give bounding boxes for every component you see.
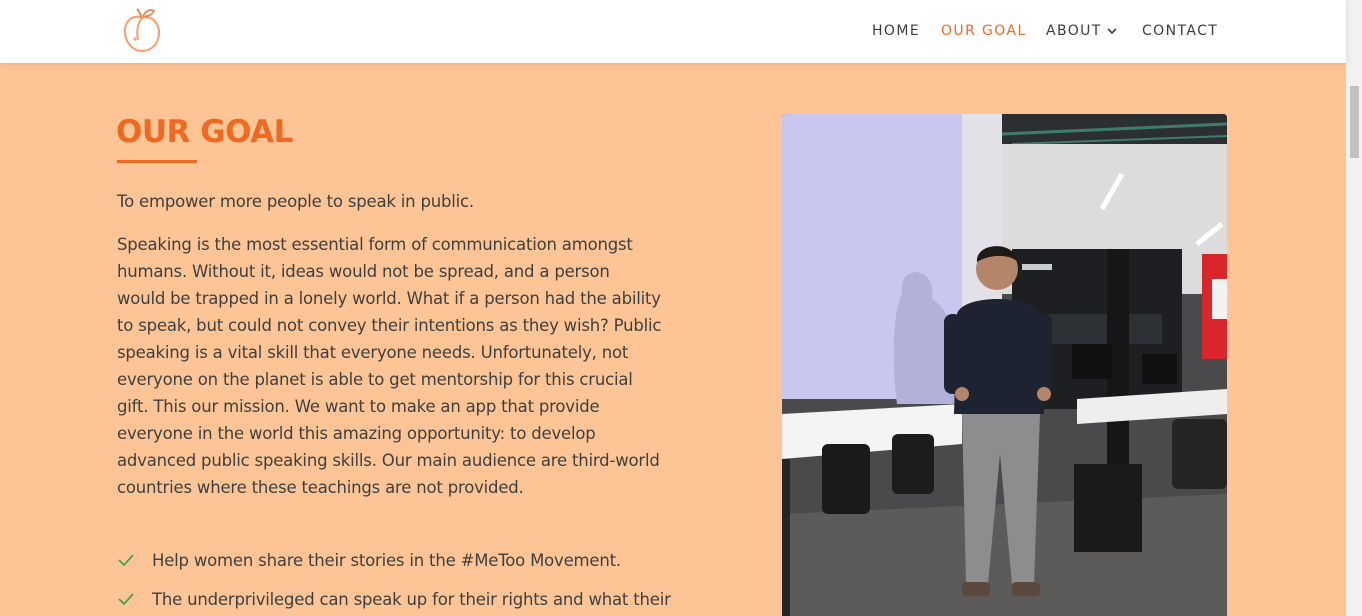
- goal-checklist: Help women share their stories in the #M…: [117, 547, 677, 616]
- nav-contact[interactable]: CONTACT: [1142, 23, 1218, 39]
- checkmark-icon: [118, 593, 134, 605]
- chevron-down-icon: [1107, 28, 1117, 35]
- nav-about[interactable]: ABOUT: [1046, 23, 1118, 39]
- nav-about-label: ABOUT: [1046, 23, 1102, 39]
- top-navigation-bar: HOME OUR GOAL ABOUT CONTACT: [0, 0, 1346, 63]
- scrollbar-thumb[interactable]: [1350, 86, 1359, 158]
- list-item-text: Help women share their stories in the #M…: [152, 551, 621, 570]
- nav-our-goal[interactable]: OUR GOAL: [941, 23, 1027, 39]
- speaker-photo-illustration: [782, 114, 1227, 616]
- intro-text: To empower more people to speak in publi…: [117, 192, 474, 211]
- mission-paragraph: Speaking is the most essential form of c…: [117, 235, 662, 497]
- page-title: OUR GOAL: [116, 114, 293, 150]
- list-item-text: The underprivileged can speak up for the…: [152, 590, 671, 609]
- title-underline: [117, 160, 197, 163]
- nav-home[interactable]: HOME: [872, 23, 920, 39]
- speaker-photo: [782, 114, 1227, 616]
- checkmark-icon: [118, 554, 134, 566]
- list-item: Help women share their stories in the #M…: [117, 547, 677, 586]
- page-scrollbar[interactable]: [1346, 0, 1362, 616]
- peach-logo-icon[interactable]: [120, 6, 164, 54]
- list-item: The underprivileged can speak up for the…: [117, 586, 677, 616]
